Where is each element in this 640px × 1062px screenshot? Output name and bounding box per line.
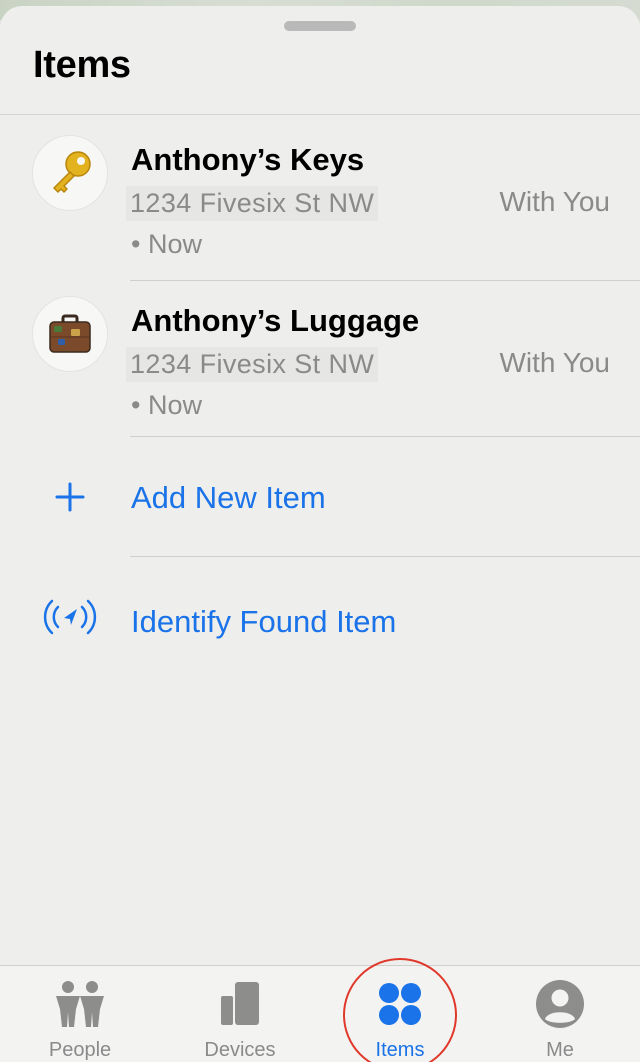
sheet-grabber[interactable] (284, 21, 356, 31)
list-item-keys[interactable]: Anthony’s Keys 1234 Fivesix St NW • Now … (0, 115, 640, 281)
tab-me[interactable]: Me (480, 966, 640, 1062)
add-new-item-label: Add New Item (131, 480, 326, 515)
list-item-luggage[interactable]: Anthony’s Luggage 1234 Fivesix St NW • N… (0, 276, 640, 437)
item-time: • Now (131, 390, 202, 420)
tab-items[interactable]: Items (320, 966, 480, 1062)
identify-found-item-label: Identify Found Item (131, 604, 397, 639)
items-sheet: Items Anthony’s Keys 1234 Fivesix St NW … (0, 6, 640, 1062)
key-icon (32, 135, 108, 211)
tab-devices[interactable]: Devices (160, 966, 320, 1062)
tab-label: Me (546, 1039, 574, 1061)
found-item-signal-icon (36, 587, 104, 647)
add-new-item-button[interactable]: Add New Item (0, 437, 640, 557)
items-icon (360, 976, 440, 1032)
tab-label: People (48, 1039, 112, 1061)
item-name: Anthony’s Luggage (131, 303, 420, 338)
tab-label: Items (375, 1039, 425, 1061)
item-time: • Now (131, 229, 202, 259)
tab-bar: People Devices Items Me (0, 965, 640, 1062)
tab-label: Devices (204, 1039, 276, 1061)
item-status: With You (499, 347, 610, 378)
item-address: 1234 Fivesix St NW (126, 347, 379, 382)
item-status: With You (499, 186, 610, 217)
item-address: 1234 Fivesix St NW (126, 186, 379, 221)
luggage-icon (32, 296, 108, 372)
plus-icon (36, 467, 104, 527)
page-title: Items (33, 44, 131, 86)
item-name: Anthony’s Keys (131, 142, 365, 177)
identify-found-item-button[interactable]: Identify Found Item (0, 557, 640, 676)
tab-people[interactable]: People (0, 966, 160, 1062)
devices-icon (200, 976, 280, 1032)
people-icon (40, 976, 120, 1032)
me-icon (520, 976, 600, 1032)
